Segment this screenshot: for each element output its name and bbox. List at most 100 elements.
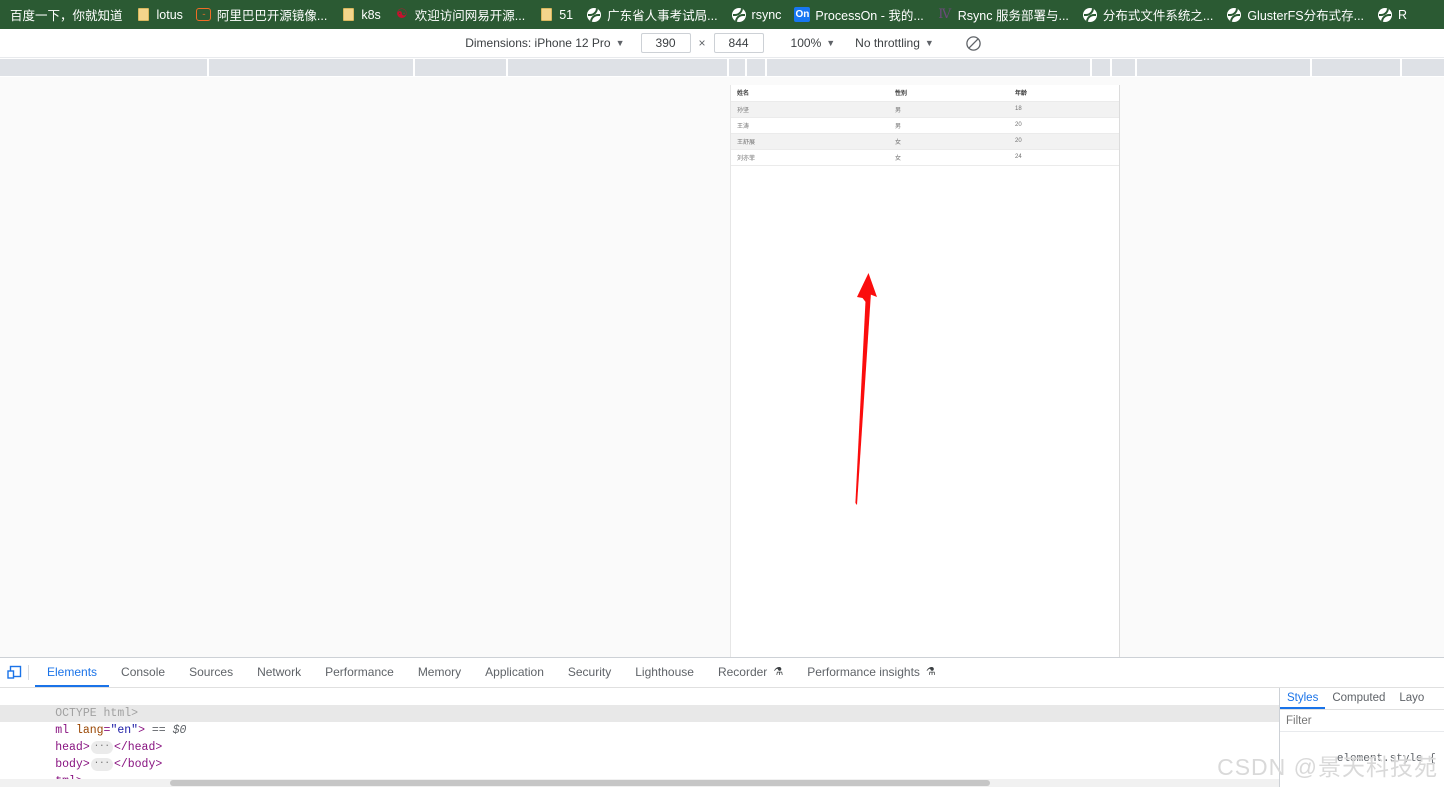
tab-label: Memory <box>417 664 462 679</box>
bookmark-item[interactable]: GlusterFS分布式存... <box>1222 3 1371 27</box>
devtools-tab-network[interactable]: Network <box>245 658 313 687</box>
globe-icon <box>1226 7 1242 23</box>
tab-label: Security <box>567 664 612 679</box>
dom-line-body[interactable]: body> ··· </body> <box>0 739 1279 771</box>
processon-icon: On <box>794 7 811 22</box>
head-close-tag: </head> <box>113 741 163 754</box>
bookmark-item[interactable]: rsync <box>727 3 789 27</box>
ruler-tick <box>765 59 767 76</box>
zoom-label: 100% <box>790 36 822 50</box>
zoom-selector[interactable]: 100% ▼ <box>788 36 839 50</box>
body-close-tag: </body> <box>113 758 163 771</box>
dimension-separator: × <box>698 36 706 50</box>
scrollbar-thumb[interactable] <box>170 780 990 786</box>
bookmark-item[interactable]: lotus <box>132 3 190 27</box>
devtools-tab-elements[interactable]: Elements <box>35 658 110 687</box>
bookmark-label: GlusterFS分布式存... <box>1247 9 1365 23</box>
screenshot-root: 百度一下，你就知道 lotus - 阿里巴巴开源镜像... k8s ☯ 欢迎访问网易开源..… <box>0 0 1444 787</box>
bookmark-item[interactable]: 百度一下，你就知道 <box>6 3 130 27</box>
bookmark-label: lotus <box>156 7 183 22</box>
styles-tab-computed[interactable]: Computed <box>1325 688 1392 709</box>
table-header-row: 姓名 性别 年龄 <box>731 85 1119 102</box>
styles-tab-styles[interactable]: Styles <box>1280 688 1326 709</box>
devtools-tab-memory[interactable]: Memory <box>406 658 473 687</box>
dom-line-doctype[interactable]: OCTYPE html> <box>0 688 1279 720</box>
dom-line-head[interactable]: head> ··· </head> <box>0 722 1279 754</box>
viewport-width-input[interactable] <box>640 33 691 53</box>
ruler-tick <box>1090 59 1092 76</box>
bookmark-item[interactable]: - 阿里巴巴开源镜像... <box>192 3 334 27</box>
viewport-ruler <box>0 59 1444 77</box>
devtools-tab-performance-insights[interactable]: Performance insights ⚗ <box>795 658 948 687</box>
throttling-selector[interactable]: No throttling ▼ <box>852 36 937 50</box>
ruler-tick <box>207 59 209 76</box>
devtools-tab-security[interactable]: Security <box>556 658 623 687</box>
dom-tree[interactable]: OCTYPE html> ml lang="en"> == $0 head> ··… <box>0 688 1280 787</box>
netease-icon: ☯ <box>395 6 408 22</box>
column-header-age: 年龄 <box>1009 85 1119 102</box>
chevron-down-icon: ▼ <box>615 38 625 48</box>
cell-name: 王舒展 <box>731 133 889 150</box>
bookmarks-bar: 百度一下，你就知道 lotus - 阿里巴巴开源镜像... k8s ☯ 欢迎访问网易开源..… <box>0 0 1444 29</box>
folder-icon <box>136 7 152 23</box>
styles-tab-layo[interactable]: Layo <box>1392 688 1431 709</box>
dom-tree-horizontal-scrollbar[interactable] <box>0 779 1279 787</box>
cell-name: 刘亦菲 <box>731 149 889 166</box>
styles-sidebar: Styles Computed Layo element.style { @medi… <box>1280 688 1444 787</box>
collapsed-children-icon[interactable]: ··· <box>90 741 113 754</box>
device-mode-toolbar: Dimensions: iPhone 12 Pro ▼ × 100% ▼ No … <box>0 29 1444 58</box>
device-preset-selector[interactable]: Dimensions: iPhone 12 Pro ▼ <box>461 32 628 54</box>
ruler-tick <box>745 59 747 76</box>
devtools-tab-recorder[interactable]: Recorder ⚗ <box>706 658 795 687</box>
rotate-icon[interactable] <box>965 34 983 52</box>
bookmark-item[interactable]: Ⅳ Rsync 服务部署与... <box>933 3 1076 27</box>
devtools-tab-lighthouse[interactable]: Lighthouse <box>623 658 706 687</box>
experiment-flask-icon: ⚗ <box>925 666 936 678</box>
lang-attr-value: "en" <box>110 724 139 737</box>
devtools-tab-console[interactable]: Console <box>109 658 177 687</box>
bookmark-label: 分布式文件系统之... <box>1102 9 1214 23</box>
bookmark-item[interactable]: 分布式文件系统之... <box>1078 3 1220 27</box>
bookmark-item[interactable]: 广东省人事考试局... <box>582 3 724 27</box>
scribble-icon: Ⅳ <box>938 6 952 22</box>
styles-filter-input[interactable] <box>1284 712 1440 729</box>
chevron-down-icon: ▼ <box>826 38 836 48</box>
styles-filter-row[interactable] <box>1280 710 1444 732</box>
device-viewport[interactable]: 姓名 性别 年龄 孙坚男 18 王涛男 20 王舒展女 20 刘亦菲女 24 <box>730 85 1120 657</box>
cell-age: 24 <box>1009 149 1119 166</box>
bookmark-item[interactable]: R <box>1373 3 1414 27</box>
tab-label: Elements <box>47 664 98 679</box>
bookmark-label: Rsync 服务部署与... <box>957 9 1069 23</box>
tag-close: > <box>138 724 152 737</box>
devtools-tab-performance[interactable]: Performance <box>313 658 406 687</box>
dom-line-html[interactable]: ml lang="en"> == $0 <box>0 705 1279 737</box>
tab-label: Layo <box>1399 691 1425 704</box>
viewport-height-input[interactable] <box>713 33 764 53</box>
people-table: 姓名 性别 年龄 孙坚男 18 王涛男 20 王舒展女 20 刘亦菲女 24 <box>731 85 1119 166</box>
toolbar-divider <box>28 665 29 680</box>
cell-age: 20 <box>1009 133 1119 150</box>
inspect-element-icon[interactable] <box>0 658 28 687</box>
bookmark-item[interactable]: k8s <box>336 3 387 27</box>
bookmark-label: 欢迎访问网易开源... <box>414 9 526 23</box>
tab-label: Network <box>257 664 302 679</box>
table-row: 王涛男 20 <box>731 117 1119 134</box>
collapsed-children-icon[interactable]: ··· <box>90 758 113 771</box>
css-rule-media[interactable]: @media (prefers-reduced- <box>1280 783 1444 787</box>
ruler-tick <box>1110 59 1112 76</box>
dom-line-html-close[interactable]: tml> <box>0 756 1279 787</box>
devtools-panel: Elements Console Sources Network Performance… <box>0 657 1444 787</box>
tab-label: Application <box>485 664 544 679</box>
bookmark-label: 阿里巴巴开源镜像... <box>216 9 328 23</box>
css-rule-element-style[interactable]: element.style { <box>1280 732 1444 783</box>
devtools-tab-application[interactable]: Application <box>473 658 556 687</box>
devtools-tab-sources[interactable]: Sources <box>177 658 245 687</box>
page-canvas-area: 姓名 性别 年龄 孙坚男 18 王涛男 20 王舒展女 20 刘亦菲女 24 <box>0 77 1444 657</box>
bookmark-item[interactable]: On ProcessOn - 我的... <box>790 3 930 27</box>
bookmark-item[interactable]: ☯ 欢迎访问网易开源... <box>390 3 532 27</box>
bookmark-item[interactable]: 51 <box>534 3 580 27</box>
cell-name: 孙坚 <box>731 101 889 118</box>
tab-label: Computed <box>1332 691 1386 704</box>
tab-label: Styles <box>1287 691 1319 704</box>
chevron-down-icon: ▼ <box>924 38 934 48</box>
